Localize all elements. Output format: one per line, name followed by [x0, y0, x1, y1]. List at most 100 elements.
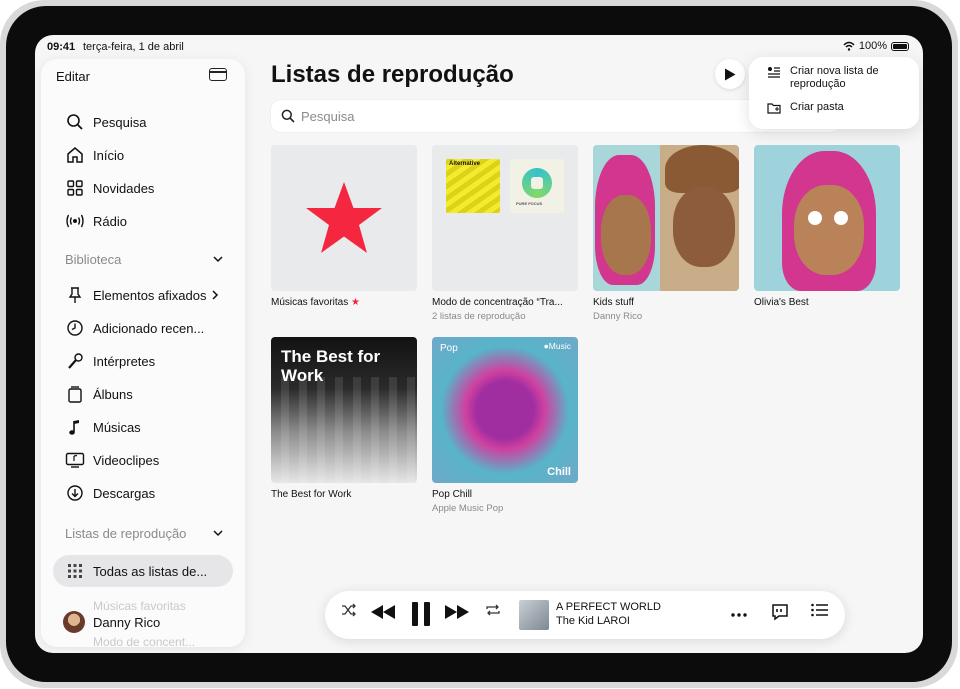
pause-button[interactable]	[411, 601, 431, 627]
status-bar: 09:41 terça-feira, 1 de abril 100%	[35, 35, 923, 59]
playlist-title[interactable]: Pop Chill	[432, 489, 472, 500]
sidebar-item-focus-faded[interactable]: Modo de concent...	[93, 635, 195, 647]
folder-icon	[767, 102, 781, 114]
sidebar-item-recent[interactable]: Adicionado recen...	[65, 316, 204, 340]
sidebar-item-label: Músicas	[93, 419, 141, 435]
pause-icon	[412, 602, 430, 626]
chevron-right-icon	[212, 290, 219, 300]
wifi-icon	[843, 41, 855, 51]
edit-button[interactable]: Editar	[56, 69, 90, 84]
more-button[interactable]	[731, 613, 747, 617]
list-icon	[811, 603, 828, 617]
next-button[interactable]	[445, 605, 469, 619]
radio-icon	[65, 211, 85, 231]
play-button[interactable]	[715, 59, 745, 89]
menu-item-new-folder[interactable]: Criar pasta	[767, 101, 844, 114]
playlist-subtitle: 2 listas de reprodução	[432, 311, 526, 322]
library-section-header[interactable]: Biblioteca	[65, 252, 223, 267]
cover-tag: Chill	[547, 466, 571, 478]
playlist-cover-best-for-work[interactable]: The Best for Work	[271, 337, 417, 483]
playlist-title[interactable]: Olivia's Best	[754, 297, 809, 308]
lyrics-button[interactable]	[771, 603, 789, 621]
sidebar-item-albums[interactable]: Álbuns	[65, 382, 133, 406]
chevron-down-icon	[213, 256, 223, 263]
fast-forward-icon	[445, 605, 469, 619]
star-icon	[306, 182, 382, 253]
menu-item-label: Criar nova lista de reprodução	[790, 65, 879, 90]
lyrics-icon	[772, 604, 788, 621]
library-header-label: Biblioteca	[65, 252, 122, 267]
status-date: terça-feira, 1 de abril	[83, 41, 184, 53]
sidebar-item-label: Elementos afixados	[93, 287, 207, 303]
apple-music-badge: ●Music	[543, 341, 571, 351]
chevron-down-icon	[213, 530, 223, 537]
play-icon	[725, 68, 736, 80]
playlist-title[interactable]: Músicas favoritas ★	[271, 297, 360, 308]
sidebar-item-radio[interactable]: Rádio	[65, 209, 127, 233]
sidebar-item-artists[interactable]: Intérpretes	[65, 349, 155, 373]
sidebar-item-songs[interactable]: Músicas	[65, 415, 141, 439]
playlist-subtitle: Danny Rico	[593, 311, 643, 322]
sidebar-item-new[interactable]: Novidades	[65, 176, 154, 200]
star-icon: ★	[351, 297, 360, 308]
mini-player: A PERFECT WORLD The Kid LAROI	[325, 591, 845, 639]
pin-icon	[65, 285, 85, 305]
playlists-section-header[interactable]: Listas de reprodução	[65, 526, 223, 541]
sidebar-item-label: Pesquisa	[93, 114, 147, 130]
sidebar-item-videos[interactable]: Videoclipes	[65, 448, 159, 472]
sidebar-item-home[interactable]: Início	[65, 143, 124, 167]
sidebar-item-downloads[interactable]: Descargas	[65, 481, 155, 505]
now-playing-artist[interactable]: The Kid LAROI	[556, 615, 630, 627]
user-profile[interactable]: Danny Rico	[63, 611, 160, 633]
playlist-cover-kids[interactable]	[593, 145, 739, 291]
cover-alternative: Alternative	[446, 159, 500, 213]
music-note-icon	[65, 417, 85, 437]
playlist-cover-focus[interactable]: Alternative PURE FOCUS	[432, 145, 578, 291]
sidebar-item-label: Descargas	[93, 485, 156, 501]
playlist-title[interactable]: The Best for Work	[271, 489, 351, 500]
queue-button[interactable]	[811, 603, 829, 617]
repeat-icon	[486, 604, 500, 616]
playlist-title[interactable]: Kids stuff	[593, 297, 634, 308]
cover-label: Pop	[440, 343, 458, 354]
playlist-icon	[767, 66, 781, 78]
user-name: Danny Rico	[93, 614, 161, 630]
more-icon	[731, 613, 747, 617]
album-icon	[65, 384, 85, 404]
search-icon	[281, 109, 295, 123]
sidebar-item-label: Início	[93, 147, 125, 163]
album-artwork[interactable]	[519, 600, 549, 630]
rewind-icon	[371, 605, 395, 619]
sidebar-item-all-playlists[interactable]: Todas as listas de...	[65, 559, 207, 583]
battery-percent: 100%	[858, 40, 887, 52]
add-menu: Criar nova lista de reprodução Criar pas…	[749, 57, 919, 129]
sidebar-item-label: Todas as listas de...	[93, 563, 208, 579]
playlist-title[interactable]: Modo de concentração “Tra...	[432, 297, 563, 308]
playlist-cover-pop-chill[interactable]: Pop ●Music Chill	[432, 337, 578, 483]
sidebar-item-pinned[interactable]: Elementos afixados	[65, 283, 219, 307]
shuffle-button[interactable]	[341, 603, 357, 617]
repeat-button[interactable]	[485, 603, 501, 617]
battery-icon	[891, 41, 909, 51]
cover-title: The Best for Work	[281, 347, 381, 385]
playlist-subtitle: Apple Music Pop	[432, 503, 504, 514]
sidebar-item-label: Novidades	[93, 180, 155, 196]
sidebar-item-label: Álbuns	[93, 386, 133, 402]
sidebar-toggle-icon[interactable]	[209, 68, 227, 81]
menu-item-new-playlist[interactable]: Criar nova lista de reprodução	[767, 65, 900, 91]
status-time: 09:41	[47, 41, 76, 53]
playlists-header-label: Listas de reprodução	[65, 526, 187, 541]
grid-icon	[65, 561, 85, 581]
sidebar-item-label: Adicionado recen...	[93, 320, 205, 336]
screen: 09:41 terça-feira, 1 de abril 100% Edita…	[35, 35, 923, 653]
playlist-cover-olivia[interactable]	[754, 145, 900, 291]
download-icon	[65, 483, 85, 503]
avatar	[63, 611, 85, 633]
menu-item-label: Criar pasta	[790, 101, 844, 113]
home-icon	[65, 145, 85, 165]
previous-button[interactable]	[371, 605, 395, 619]
page-title: Listas de reprodução	[271, 61, 514, 88]
sidebar-item-search[interactable]: Pesquisa	[65, 110, 146, 134]
playlist-cover-favorites[interactable]	[271, 145, 417, 291]
now-playing-title[interactable]: A PERFECT WORLD	[556, 601, 661, 613]
